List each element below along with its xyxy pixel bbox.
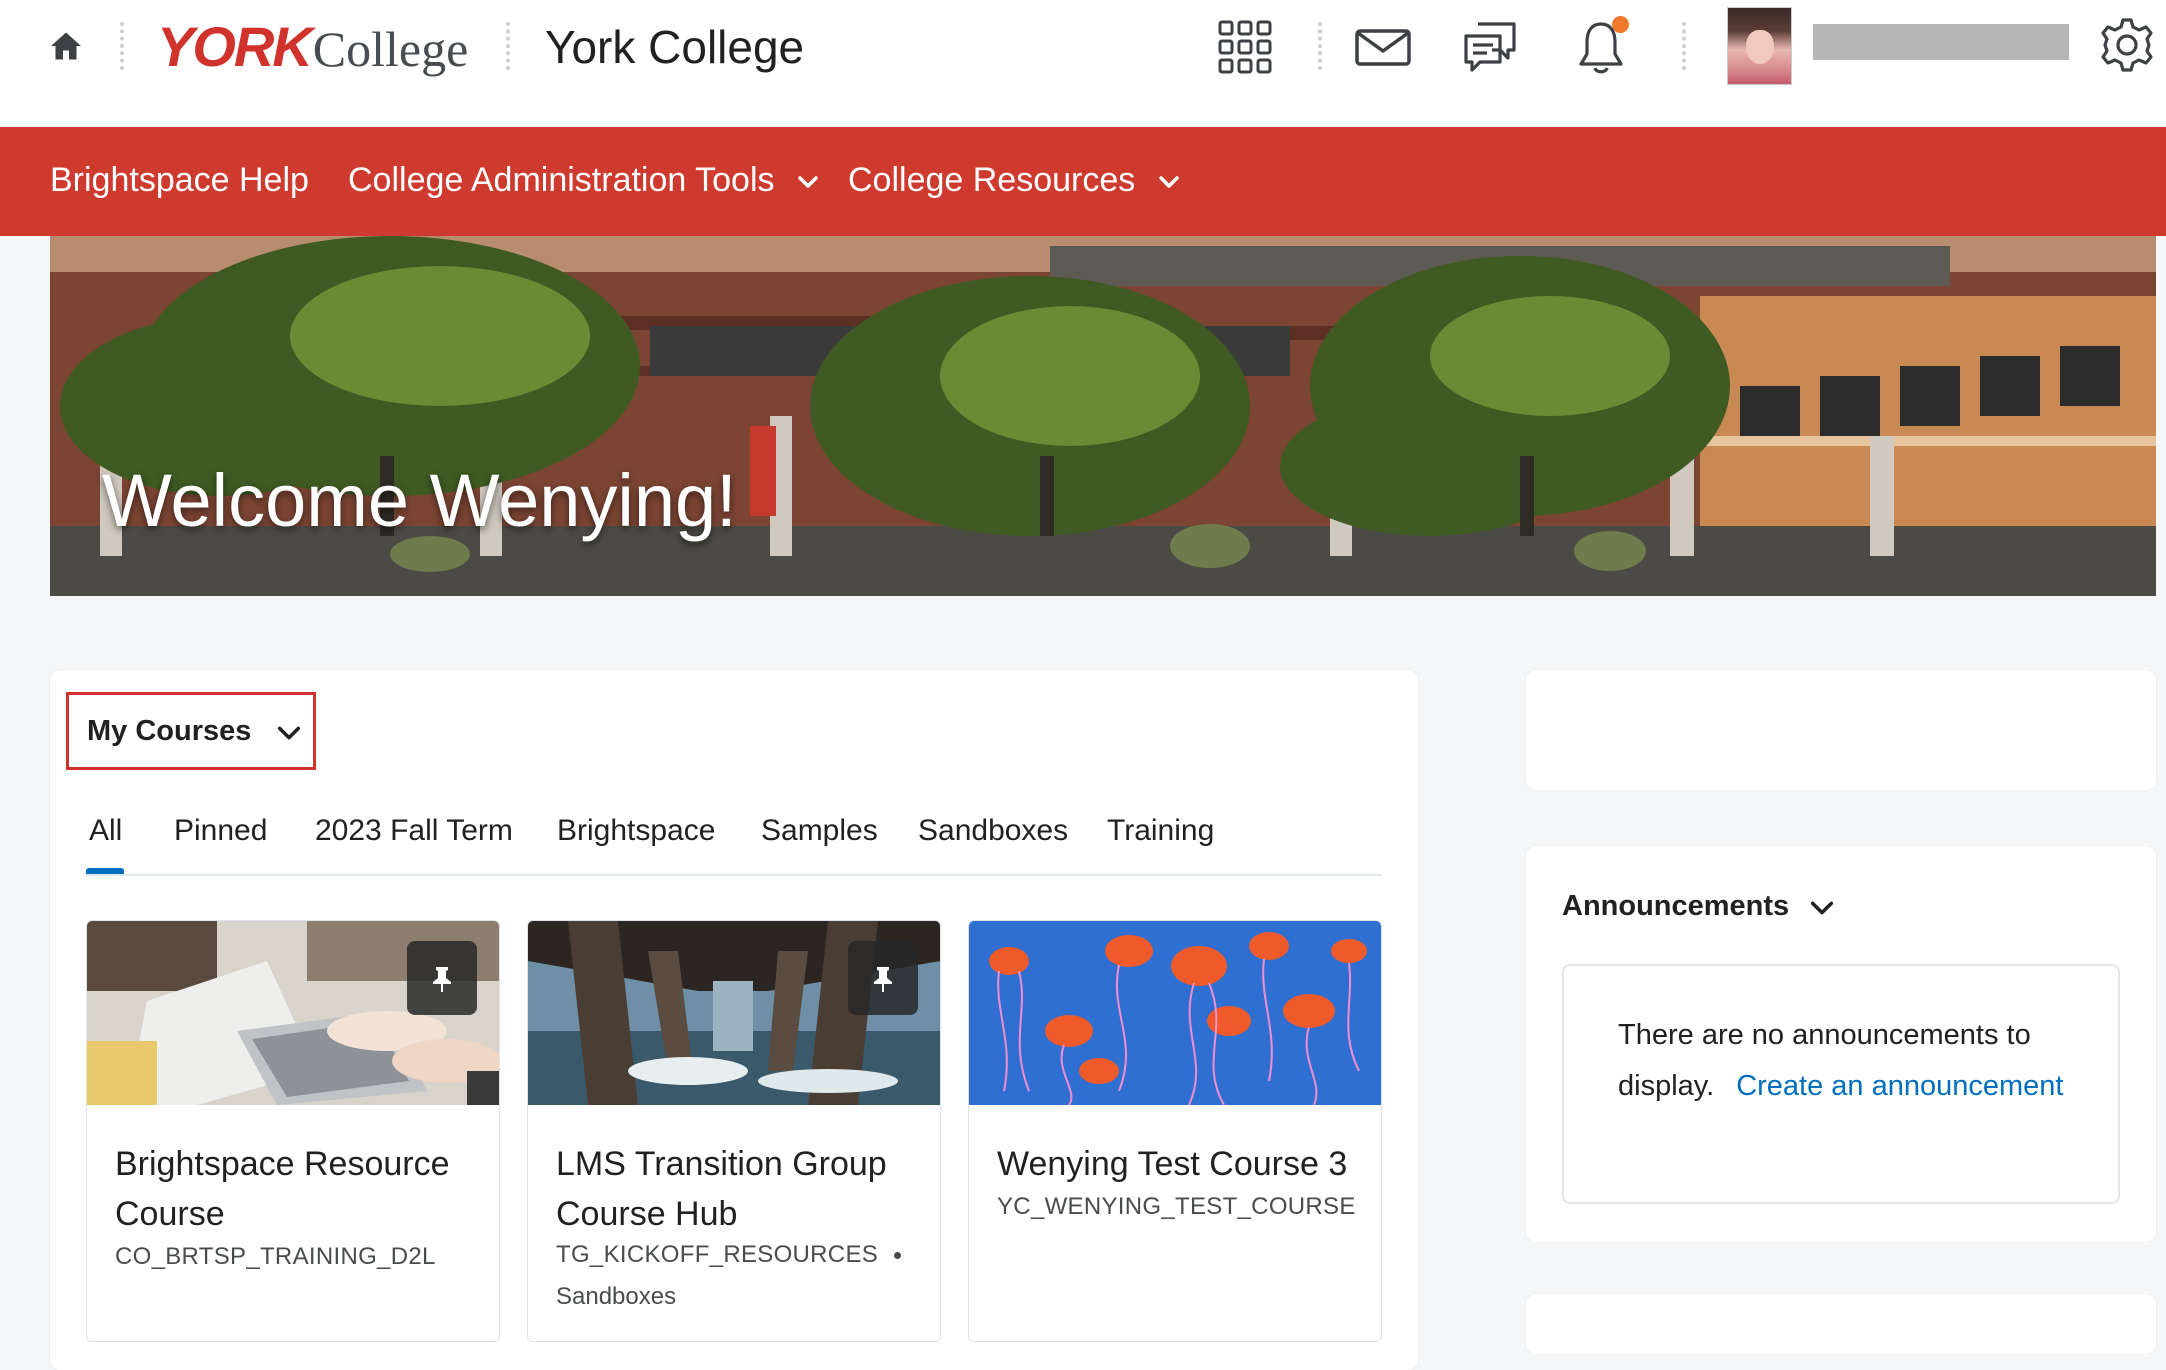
header-divider	[1318, 22, 1322, 70]
org-title[interactable]: York College	[545, 20, 804, 74]
course-name: Wenying Test Course 3	[997, 1145, 1348, 1183]
announcements-heading[interactable]: Announcements	[1562, 890, 1789, 923]
header-divider	[120, 22, 124, 70]
chevron-down-icon[interactable]	[1808, 894, 1836, 922]
separator-dot	[894, 1252, 902, 1260]
avatar[interactable]	[1727, 7, 1792, 85]
course-image-art	[969, 921, 1381, 1105]
avatar-face	[1746, 30, 1774, 64]
course-name: LMS Transition Group Course Hub	[556, 1145, 887, 1233]
course-code: YC_WENYING_TEST_COURSE:	[997, 1193, 1357, 1220]
notification-badge	[1612, 16, 1629, 33]
gear-icon[interactable]	[2098, 16, 2156, 74]
announcements-message: There are no announcements to display. Cr…	[1618, 1010, 2078, 1112]
pin-button[interactable]	[407, 941, 477, 1015]
nav-item-label: College Resources	[848, 161, 1136, 199]
tab-all[interactable]: All	[89, 814, 122, 848]
course-tile-brightspace-resource[interactable]: Brightspace Resource Course CO_BRTSP_TRA…	[86, 920, 500, 1342]
nav-brightspace-help[interactable]: Brightspace Help	[50, 161, 309, 200]
active-tab-indicator	[86, 868, 124, 874]
chevron-down-icon	[798, 176, 818, 188]
mail-icon[interactable]	[1354, 18, 1412, 76]
tab-brightspace[interactable]: Brightspace	[557, 814, 715, 848]
announcements-content: There are no announcements to display. Cr…	[1562, 964, 2120, 1204]
tab-training[interactable]: Training	[1107, 814, 1214, 848]
pin-icon	[433, 967, 451, 992]
nav-college-administration-tools[interactable]: College Administration Tools	[348, 161, 820, 200]
my-courses-dropdown[interactable]: My Courses	[66, 692, 316, 770]
york-college-logo[interactable]: YORKCollege	[157, 14, 469, 78]
hero-banner: Welcome Wenying!	[50, 236, 2156, 596]
header-divider	[506, 22, 510, 70]
tab-2023-fall-term[interactable]: 2023 Fall Term	[315, 814, 513, 848]
course-tabs: All Pinned 2023 Fall Term Brightspace Sa…	[86, 806, 1382, 876]
tab-pinned[interactable]: Pinned	[174, 814, 267, 848]
my-courses-heading: My Courses	[87, 715, 252, 747]
course-name: Brightspace Resource Course	[115, 1145, 450, 1233]
chat-icon[interactable]	[1462, 18, 1520, 76]
pin-button[interactable]	[848, 941, 918, 1015]
nav-item-label: Brightspace Help	[50, 161, 309, 199]
nav-item-label: College Administration Tools	[348, 161, 775, 199]
course-tile-wenying-test-3[interactable]: Wenying Test Course 3 YC_WENYING_TEST_CO…	[968, 920, 1382, 1342]
course-code: TG_KICKOFF_RESOURCES	[556, 1241, 879, 1268]
logo-college-text: College	[312, 21, 469, 77]
create-announcement-link[interactable]: Create an announcement	[1736, 1070, 2063, 1102]
home-icon[interactable]	[48, 28, 84, 64]
username-redacted[interactable]	[1813, 24, 2069, 60]
course-image-jellyfish	[969, 921, 1381, 1105]
chevron-down-icon	[1158, 176, 1179, 188]
waffle-grid-icon[interactable]	[1216, 18, 1274, 76]
chevron-down-icon	[277, 726, 301, 740]
header-divider	[1682, 22, 1686, 70]
course-tile-lms-transition[interactable]: LMS Transition Group Course Hub TG_KICKO…	[527, 920, 941, 1342]
nav-college-resources[interactable]: College Resources	[848, 161, 1181, 200]
course-code: CO_BRTSP_TRAINING_D2L	[115, 1243, 436, 1270]
tab-sandboxes[interactable]: Sandboxes	[918, 814, 1068, 848]
course-code-line: TG_KICKOFF_RESOURCES	[556, 1241, 902, 1269]
pin-icon	[874, 967, 892, 992]
main-navbar: Brightspace Help College Administration …	[0, 127, 2166, 236]
course-department: Sandboxes	[556, 1283, 677, 1310]
welcome-title: Welcome Wenying!	[102, 459, 737, 542]
top-header: YORKCollege York College	[0, 0, 2166, 127]
logo-york-text: YORK	[157, 15, 313, 78]
side-widget-bottom	[1526, 1294, 2156, 1354]
tab-samples[interactable]: Samples	[761, 814, 878, 848]
side-widget-empty	[1526, 670, 2156, 790]
